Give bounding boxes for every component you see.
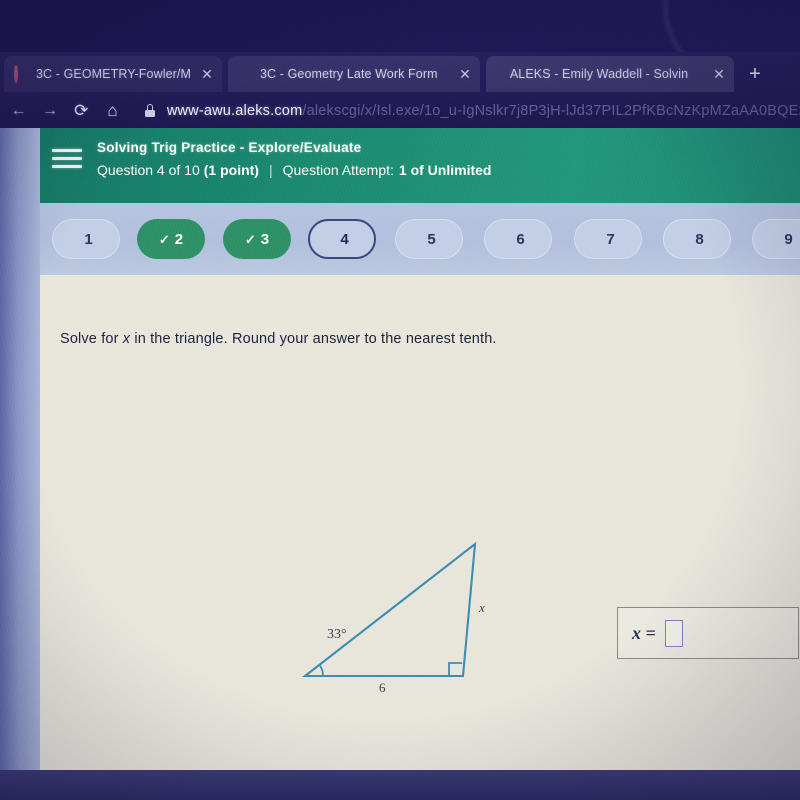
question-pill-1-number: 1	[84, 230, 93, 248]
answer-box[interactable]: x =	[617, 607, 799, 659]
question-pill-7[interactable]: 7	[574, 219, 642, 259]
question-points: (1 point)	[203, 162, 259, 178]
home-icon[interactable]: ⌂	[100, 98, 125, 124]
base-length-label: 6	[379, 680, 386, 695]
prompt-part-1: Solve for	[60, 331, 123, 347]
question-pill-9-number: 9	[784, 230, 793, 248]
close-icon[interactable]: ✕	[710, 65, 728, 83]
question-pill-6[interactable]: 6	[484, 219, 552, 259]
browser-chrome: 3C - GEOMETRY-Fowler/Mears ✕ 3C - Geomet…	[0, 52, 800, 128]
browser-tab-2[interactable]: 3C - Geometry Late Work Form ✕	[228, 56, 480, 92]
angle-arc	[319, 665, 324, 677]
question-pill-6-number: 6	[516, 230, 525, 248]
close-icon[interactable]: ✕	[198, 65, 216, 83]
question-pill-7-number: 7	[606, 230, 615, 248]
attempt-value: 1 of Unlimited	[398, 162, 492, 178]
angle-label: 33°	[327, 627, 347, 642]
question-pill-8-number: 8	[695, 230, 704, 248]
triangle-figure: 33° 6 x	[295, 530, 505, 700]
triangle-diagram	[301, 541, 477, 678]
close-icon[interactable]: ✕	[456, 65, 474, 83]
right-angle-square	[448, 662, 463, 676]
question-counter: Question 4 of 10	[97, 162, 200, 178]
page-left-margin	[0, 128, 40, 788]
hamburger-menu-icon[interactable]	[52, 149, 82, 173]
question-pill-3-number: 3	[260, 230, 270, 248]
check-icon: ✓	[158, 231, 170, 247]
answer-input[interactable]	[664, 619, 683, 647]
question-pill-9[interactable]: 9	[752, 219, 800, 259]
browser-tab-1-title: 3C - GEOMETRY-Fowler/Mears	[36, 67, 190, 81]
browser-omnibar[interactable]: ← → ⟳ ⌂ www-awu.aleks.com/alekscgi/x/Isl…	[0, 94, 800, 128]
aleks-page: Solving Trig Practice - Explore/Evaluate…	[40, 128, 800, 770]
question-pill-4-current[interactable]: 4	[308, 219, 376, 259]
form-document-icon	[238, 67, 252, 81]
question-pill-2-number: 2	[174, 230, 184, 248]
browser-tab-3-title: ALEKS - Emily Waddell - Solvin	[509, 67, 689, 81]
question-pill-4-number: 4	[340, 230, 349, 248]
url-bar-text[interactable]: www-awu.aleks.com/alekscgi/x/Isl.exe/1o_…	[167, 103, 800, 119]
app-header: Solving Trig Practice - Explore/Evaluate…	[40, 128, 800, 203]
browser-tab-strip: 3C - GEOMETRY-Fowler/Mears ✕ 3C - Geomet…	[0, 52, 800, 94]
browser-tab-1[interactable]: 3C - GEOMETRY-Fowler/Mears ✕	[4, 56, 222, 92]
question-pill-1[interactable]: 1	[52, 219, 120, 259]
question-pill-5[interactable]: 5	[395, 219, 463, 259]
question-pill-8[interactable]: 8	[663, 219, 731, 259]
url-path: /alekscgi/x/Isl.exe/1o_u-IgNslkr7j8P3jH-…	[302, 103, 800, 119]
question-pill-5-number: 5	[427, 230, 436, 248]
question-prompt: Solve for x in the triangle. Round your …	[60, 331, 497, 347]
browser-tab-3-active[interactable]: ALEKS - Emily Waddell - Solvin ✕	[486, 56, 734, 92]
url-host: www-awu.aleks.com	[166, 103, 303, 119]
browser-tab-2-title: 3C - Geometry Late Work Form	[260, 67, 438, 81]
lock-icon	[143, 104, 157, 118]
photographed-screen: 3C - GEOMETRY-Fowler/Mears ✕ 3C - Geomet…	[0, 0, 800, 800]
back-icon[interactable]: ←	[6, 98, 31, 124]
page-title: Solving Trig Practice - Explore/Evaluate	[97, 140, 362, 155]
new-tab-button[interactable]: +	[742, 61, 768, 87]
question-body: Solve for x in the triangle. Round your …	[40, 275, 800, 770]
reload-icon[interactable]: ⟳	[69, 98, 94, 124]
question-meta: Question 4 of 10 (1 point) | Question At…	[97, 162, 491, 178]
meta-divider: |	[268, 162, 273, 178]
circle-loading-icon	[14, 65, 28, 83]
question-pill-3[interactable]: ✓ 3	[223, 219, 291, 259]
question-pill-2[interactable]: ✓ 2	[137, 219, 205, 259]
check-icon: ✓	[244, 231, 256, 247]
screen-bottom-bezel	[0, 770, 800, 800]
height-variable-label: x	[479, 600, 485, 615]
answer-label: x =	[632, 622, 656, 643]
question-nav-strip: 1 ✓ 2 ✓ 3 4 5 6 7 8 9	[40, 203, 800, 275]
forward-icon[interactable]: →	[37, 98, 62, 124]
prompt-part-2: in the triangle. Round your answer to th…	[130, 331, 497, 347]
triangle-outline	[301, 541, 477, 678]
attempt-label: Question Attempt:	[282, 162, 394, 178]
